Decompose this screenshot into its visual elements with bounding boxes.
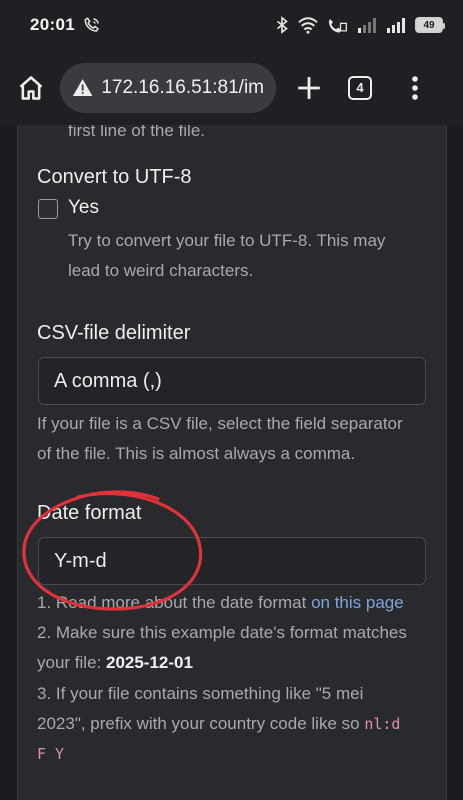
date-help-1-text: 1. Read more about the date format [37, 593, 312, 612]
utf8-checkbox-label[interactable]: Yes [68, 193, 99, 223]
new-tab-button[interactable] [292, 71, 326, 105]
clock: 20:01 [30, 15, 75, 34]
import-form-panel: first line of the file. Convert to UTF-8… [17, 125, 447, 800]
warning-icon[interactable] [72, 77, 93, 99]
browser-toolbar: 172.16.16.51:81/im 4 [0, 50, 463, 125]
bluetooth-icon [276, 16, 288, 34]
vowifi-icon [328, 19, 347, 33]
wifi-call-icon [84, 17, 100, 32]
web-page: first line of the file. Convert to UTF-8… [0, 125, 463, 800]
menu-button[interactable] [398, 71, 432, 105]
date-format-label: Date format [37, 502, 142, 524]
date-help-2-line1: 2. Make sure this example date's format … [37, 623, 407, 642]
country-code-example-2: F Y [37, 745, 65, 763]
home-icon [19, 75, 43, 100]
date-help-3-text: 2023", prefix with your country code lik… [37, 714, 365, 733]
signal-2-icon [387, 18, 405, 33]
wifi-icon [298, 17, 318, 34]
delimiter-help-line2: of the file. This is almost always a com… [37, 444, 356, 463]
plus-icon [298, 76, 320, 99]
example-date: 2025-12-01 [105, 653, 193, 672]
header-help-text: first line of the file. [68, 125, 206, 140]
date-help-3-line3: F Y [37, 739, 64, 769]
utf8-help-line2: lead to weird characters. [68, 261, 254, 280]
delimiter-select[interactable]: A comma (,) [38, 357, 426, 405]
date-help-1: 1. Read more about the date format on th… [37, 588, 404, 618]
delimiter-label: CSV-file delimiter [37, 322, 191, 344]
status-bar: 20:01 49 [0, 0, 463, 50]
address-bar[interactable]: 172.16.16.51:81/im [60, 62, 276, 113]
battery-icon: 49 [415, 17, 445, 33]
battery-level: 49 [423, 19, 435, 31]
delimiter-value: A comma (,) [54, 369, 162, 392]
date-help-3-line1: 3. If your file contains something like … [37, 684, 364, 703]
country-code-example-1: nl:d [364, 715, 401, 733]
signal-1-icon [358, 18, 376, 33]
utf8-help-line1: Try to convert your file to UTF-8. This … [68, 231, 386, 250]
date-format-input[interactable]: Y-m-d [38, 537, 426, 585]
date-format-value: Y-m-d [54, 549, 107, 572]
tab-count: 4 [356, 80, 364, 95]
tab-switcher-button[interactable]: 4 [348, 75, 372, 100]
date-help-2-line2: your file: 2025-12-01 [37, 648, 193, 678]
utf8-label: Convert to UTF-8 [37, 166, 192, 188]
more-vert-icon [412, 75, 418, 100]
home-button[interactable] [14, 71, 48, 105]
date-help-2-text: your file: [37, 653, 106, 672]
date-format-docs-link[interactable]: on this page [311, 593, 404, 612]
delimiter-help-line1: If your file is a CSV file, select the f… [37, 414, 403, 433]
url-text: 172.16.16.51:81/im [101, 76, 264, 98]
date-help-3-line2: 2023", prefix with your country code lik… [37, 709, 400, 739]
utf8-checkbox[interactable] [38, 199, 58, 219]
